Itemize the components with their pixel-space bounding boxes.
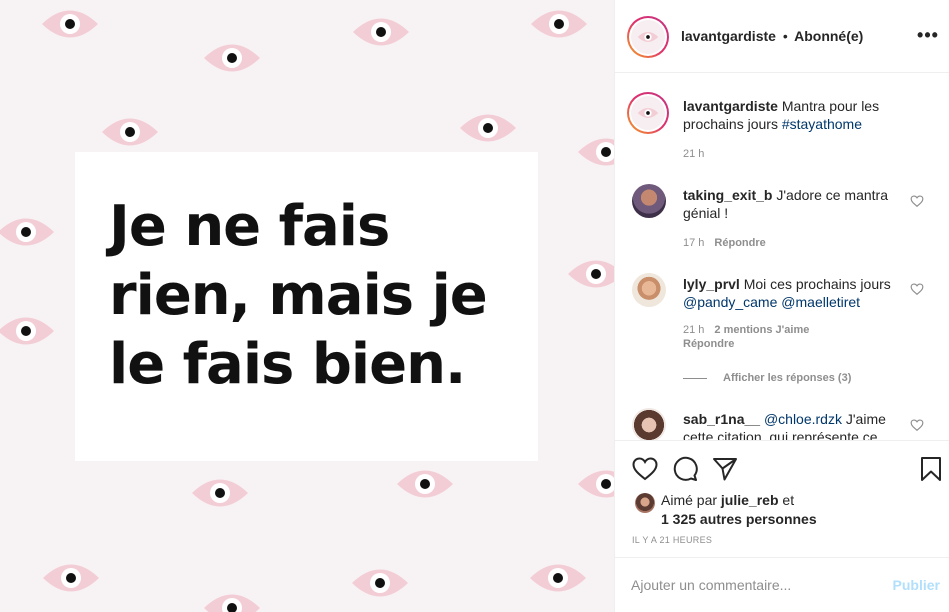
caption-text: lavantgardiste Mantra pour les prochains…: [683, 97, 913, 133]
caption-time[interactable]: 21 h: [683, 148, 704, 160]
eye-logo-icon: [637, 32, 659, 42]
header-username-line: lavantgardiste • Abonné(e): [681, 28, 863, 44]
follow-status[interactable]: Abonné(e): [794, 28, 863, 44]
comment-mention[interactable]: @maelletiret: [781, 294, 860, 310]
eye-pattern-icon: [0, 312, 56, 350]
header-username[interactable]: lavantgardiste: [681, 28, 776, 44]
comment-text: taking_exit_b J'adore ce mantra génial !: [683, 186, 911, 222]
likes-others[interactable]: 1 325 autres personnes: [661, 511, 817, 527]
post-actions: Aimé par julie_reb et 1 325 autres perso…: [615, 440, 949, 557]
post-sidebar: lavantgardiste • Abonné(e) ••• lavantgar…: [614, 0, 949, 612]
comment-mention[interactable]: @chloe.rdzk: [764, 411, 842, 427]
comments-list[interactable]: lavantgardiste Mantra pour les prochains…: [615, 74, 949, 440]
eye-pattern-icon: [529, 5, 589, 43]
post-image[interactable]: Je ne fais rien, mais je le fais bien.: [0, 0, 614, 612]
liker-username[interactable]: julie_reb: [721, 492, 779, 508]
reply-button[interactable]: Répondre: [683, 338, 734, 350]
view-replies-button[interactable]: Afficher les réponses (3): [683, 372, 851, 384]
eye-pattern-icon: [41, 559, 101, 597]
author-avatar[interactable]: [627, 16, 669, 58]
comment-time[interactable]: 21 h: [683, 324, 704, 336]
mantra-card: Je ne fais rien, mais je le fais bien.: [75, 152, 538, 461]
post-header: lavantgardiste • Abonné(e) •••: [615, 0, 949, 73]
eye-pattern-icon: [202, 39, 262, 77]
likes-summary: Aimé par julie_reb et 1 325 autres perso…: [661, 491, 817, 529]
view-replies-label: Afficher les réponses (3): [723, 372, 852, 384]
post-date[interactable]: IL Y A 21 HEURES: [632, 535, 712, 545]
comment-mention[interactable]: @pandy_came: [683, 294, 777, 310]
publish-button[interactable]: Publier: [893, 577, 940, 593]
heart-icon[interactable]: [631, 455, 659, 483]
eye-pattern-icon: [528, 559, 588, 597]
comment-username[interactable]: lyly_prvl: [683, 276, 740, 292]
mantra-line-2: rien, mais je: [109, 263, 488, 328]
eye-logo-icon: [637, 108, 659, 118]
eye-pattern-icon: [395, 465, 455, 503]
eye-pattern-icon: [100, 113, 160, 151]
caption-username[interactable]: lavantgardiste: [683, 98, 778, 114]
comment-text: sab_r1na__ @chloe.rdzk J'aime cette cita…: [683, 410, 911, 440]
caption-hashtag[interactable]: #stayathome: [782, 116, 862, 132]
comment-time[interactable]: 17 h: [683, 237, 704, 249]
eye-pattern-icon: [566, 255, 614, 293]
bookmark-icon[interactable]: [917, 455, 945, 483]
comment-avatar[interactable]: [632, 408, 666, 440]
eye-pattern-icon: [351, 13, 411, 51]
header-separator: •: [782, 28, 788, 44]
comment-username[interactable]: sab_r1na__: [683, 411, 760, 427]
liker-avatar[interactable]: [635, 493, 655, 513]
comment-icon[interactable]: [671, 455, 699, 483]
eye-pattern-icon: [0, 213, 56, 251]
more-options-icon[interactable]: •••: [916, 26, 940, 46]
eye-pattern-icon: [190, 474, 250, 512]
eye-pattern-icon: [350, 564, 410, 602]
comment-avatar[interactable]: [632, 273, 666, 307]
eye-pattern-icon: [458, 109, 518, 147]
comment-likes-count[interactable]: 2 mentions J'aime: [714, 324, 809, 336]
comment-meta: 17 h Répondre: [683, 237, 766, 249]
caption-avatar[interactable]: [627, 92, 669, 134]
replies-divider: [683, 377, 707, 379]
likes-prefix: Aimé par: [661, 492, 718, 508]
comment-meta: 21 h 2 mentions J'aime: [683, 324, 809, 336]
comment-like-icon[interactable]: [910, 194, 924, 208]
likes-joiner: et: [782, 492, 795, 508]
eye-pattern-icon: [576, 465, 614, 503]
comment-body: Moi ces prochains jours: [743, 276, 891, 292]
comment-like-icon[interactable]: [910, 418, 924, 432]
eye-pattern-icon: [40, 5, 100, 43]
reply-button[interactable]: Répondre: [714, 237, 765, 249]
add-comment-bar: Ajouter un commentaire... Publier: [615, 557, 949, 612]
comment-input[interactable]: Ajouter un commentaire...: [631, 577, 791, 593]
mantra-text: Je ne fais rien, mais je le fais bien.: [109, 192, 529, 399]
comment-like-icon[interactable]: [910, 282, 924, 296]
comment-avatar[interactable]: [632, 184, 666, 218]
mantra-line-1: Je ne fais: [109, 194, 390, 259]
comment-text: lyly_prvl Moi ces prochains jours @pandy…: [683, 275, 911, 311]
comment-username[interactable]: taking_exit_b: [683, 187, 772, 203]
mantra-line-3: le fais bien.: [109, 332, 466, 397]
eye-pattern-icon: [202, 589, 262, 612]
eye-pattern-icon: [576, 133, 614, 171]
send-icon[interactable]: [711, 455, 739, 483]
